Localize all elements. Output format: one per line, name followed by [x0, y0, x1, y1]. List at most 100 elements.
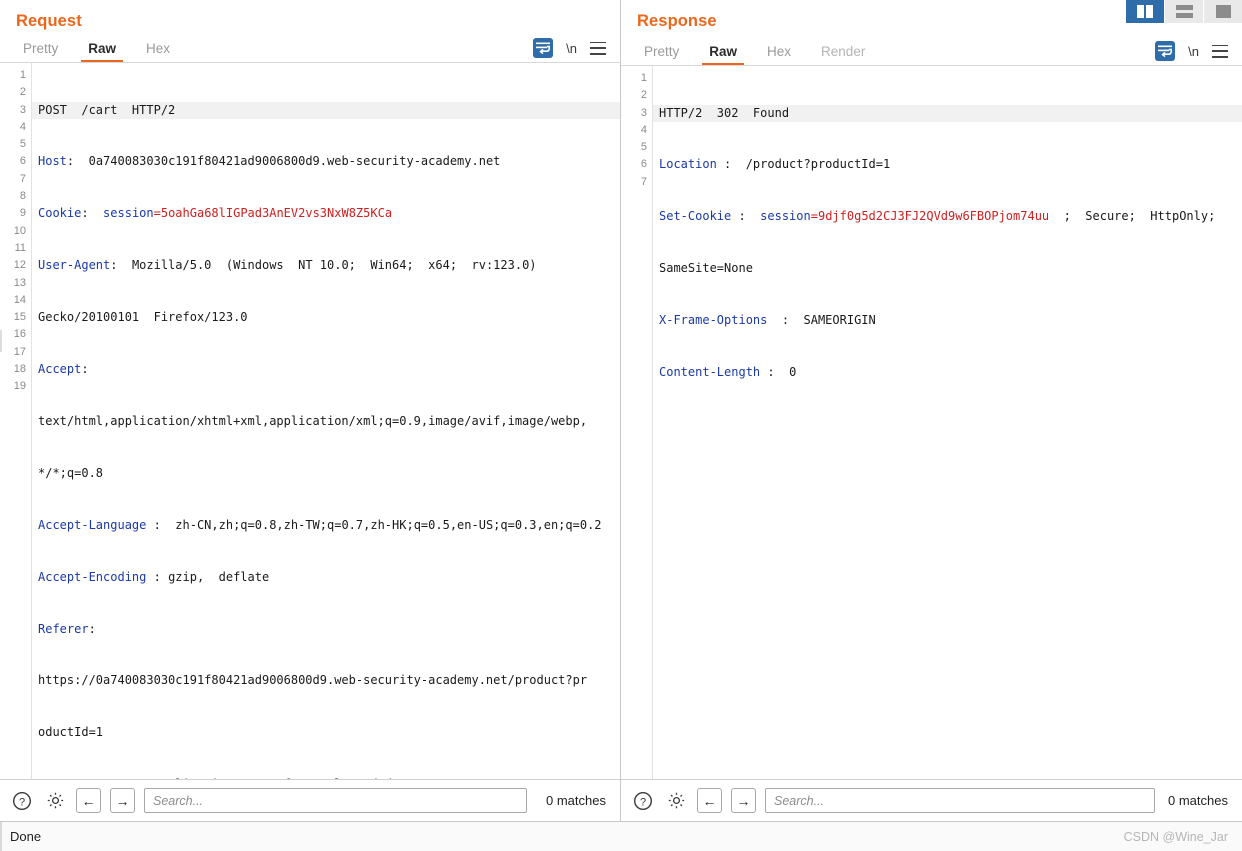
cookie-attributes-cont: SameSite=None [659, 261, 753, 276]
header-sep: : [66, 154, 89, 169]
header-value: 0 [789, 365, 797, 380]
header-key: Accept [38, 362, 82, 377]
layout-split-vertical-button[interactable] [1126, 0, 1164, 23]
request-start-line: POST /cart HTTP/2 [38, 102, 176, 117]
layout-split-horizontal-button[interactable] [1165, 0, 1203, 23]
header-sep: : [767, 313, 804, 328]
line-number: 11 [14, 241, 26, 254]
line-number: 16 [13, 328, 26, 341]
code-line-wrapped: oductId=1 [32, 724, 620, 741]
code-line: Content-Length : 0 [653, 364, 1242, 381]
header-value: Mozilla/5.0 (Windows NT 10.0; Win64; x64… [131, 258, 537, 273]
burp-message-editor: Request Pretty Raw Hex \n 1 2 3 4 5 6 7 … [0, 0, 1242, 851]
response-editor[interactable]: 1 2 3 4 5 6 7 HTTP/2 302 Found Location … [621, 66, 1242, 779]
cookie-name: session [103, 206, 154, 221]
newline-toggle[interactable]: \n [1188, 44, 1199, 59]
panes-container: Request Pretty Raw Hex \n 1 2 3 4 5 6 7 … [0, 0, 1242, 821]
tab-response-render[interactable]: Render [806, 40, 880, 65]
search-next-button[interactable]: → [110, 788, 135, 813]
header-value: application/x-www-form-urlencoded [154, 777, 392, 779]
search-prev-button[interactable]: ← [76, 788, 101, 813]
split-vertical-icon [1137, 5, 1153, 18]
header-key: Content-Type [38, 777, 125, 779]
search-next-button[interactable]: → [731, 788, 756, 813]
code-line: Location : /product?productId=1 [653, 156, 1242, 173]
tab-request-hex[interactable]: Hex [131, 37, 185, 62]
cookie-name: session [760, 209, 811, 224]
code-line: Accept-Language : zh-CN,zh;q=0.8,zh-TW;q… [32, 517, 620, 534]
line-number: 6 [19, 155, 26, 168]
header-value-cont: oductId=1 [38, 725, 104, 740]
tab-response-raw[interactable]: Raw [694, 40, 752, 65]
code-line: Accept: [32, 361, 620, 378]
code-line-wrapped: SameSite=None [653, 260, 1242, 277]
line-number: 1 [640, 72, 647, 84]
status-text: Done [10, 829, 42, 844]
search-input[interactable] [144, 788, 528, 813]
gear-icon[interactable] [664, 789, 688, 813]
header-key: Cookie [38, 206, 82, 221]
line-number: 5 [19, 138, 26, 151]
layout-single-pane-button[interactable] [1204, 0, 1242, 23]
layout-toggle-group [1125, 0, 1242, 23]
header-value-cont: https://0a740083030c191f80421ad9006800d9… [38, 673, 588, 688]
request-pane: Request Pretty Raw Hex \n 1 2 3 4 5 6 7 … [0, 0, 621, 821]
request-line-numbers: 1 2 3 4 5 6 7 8 9 10 11 12 13 14 15 16 1… [0, 63, 32, 779]
line-number: 4 [640, 123, 647, 136]
tab-request-raw[interactable]: Raw [73, 37, 131, 62]
request-title: Request [16, 12, 82, 30]
line-number: 5 [640, 141, 647, 154]
word-wrap-icon[interactable] [533, 38, 554, 58]
line-number: 8 [19, 190, 26, 203]
header-sep: : [81, 362, 89, 377]
menu-icon[interactable] [590, 41, 606, 55]
line-number: 10 [13, 224, 26, 237]
status-bar-nub [0, 822, 2, 851]
request-search-bar: ? ← → 0 matches [0, 779, 620, 821]
search-input[interactable] [765, 788, 1156, 813]
header-sep: : [146, 569, 169, 584]
request-editor[interactable]: 1 2 3 4 5 6 7 8 9 10 11 12 13 14 15 16 1… [0, 63, 620, 779]
line-number: 13 [13, 276, 26, 289]
line-number: 2 [19, 86, 26, 99]
code-line: X-Frame-Options : SAMEORIGIN [653, 312, 1242, 329]
request-body-text[interactable]: POST /cart HTTP/2 Host: 0a740083030c191f… [32, 63, 620, 779]
search-prev-button[interactable]: ← [697, 788, 722, 813]
word-wrap-icon[interactable] [1155, 41, 1176, 61]
cookie-attributes: ; Secure; HttpOnly; [1049, 209, 1216, 224]
newline-toggle[interactable]: \n [566, 41, 577, 56]
tab-response-hex[interactable]: Hex [752, 40, 806, 65]
response-tabstrip: Pretty Raw Hex Render \n [621, 37, 1242, 66]
help-icon[interactable]: ? [631, 789, 655, 813]
line-number: 7 [640, 175, 647, 188]
header-value-cont: text/html,application/xhtml+xml,applicat… [38, 413, 588, 428]
header-value: 0a740083030c191f80421ad9006800d9.web-sec… [88, 154, 501, 169]
header-sep: : [81, 206, 104, 221]
cookie-value: 9djf0g5d2CJ3FJ2QVd9w6FBOPjom74uu [817, 209, 1050, 224]
menu-icon[interactable] [1212, 44, 1228, 58]
header-sep: : [88, 621, 96, 636]
tab-response-pretty[interactable]: Pretty [629, 40, 694, 65]
line-number: 3 [19, 103, 26, 116]
code-line: Cookie: session=5oahGa68lIGPad3AnEV2vs3N… [32, 205, 620, 222]
response-line-numbers: 1 2 3 4 5 6 7 [621, 66, 653, 779]
header-value: zh-CN,zh;q=0.8,zh-TW;q=0.7,zh-HK;q=0.5,e… [175, 517, 602, 532]
line-number: 7 [19, 172, 26, 185]
response-body-text[interactable]: HTTP/2 302 Found Location : /product?pro… [653, 66, 1242, 779]
code-line: POST /cart HTTP/2 [32, 101, 620, 119]
match-count: 0 matches [546, 793, 606, 808]
gear-icon[interactable] [43, 789, 67, 813]
line-number: 3 [640, 106, 647, 119]
help-icon[interactable]: ? [10, 789, 34, 813]
header-value: SAMEORIGIN [803, 313, 876, 328]
code-line: User-Agent: Mozilla/5.0 (Windows NT 10.0… [32, 257, 620, 274]
response-tab-tools: \n [1155, 41, 1242, 65]
split-horizontal-icon [1175, 5, 1193, 18]
code-line-wrapped: https://0a740083030c191f80421ad9006800d9… [32, 672, 620, 689]
code-line: Referer: [32, 621, 620, 638]
line-number: 4 [19, 120, 26, 133]
header-key: Content-Length [659, 365, 761, 380]
response-search-bar: ? ← → 0 matches [621, 779, 1242, 821]
tab-request-pretty[interactable]: Pretty [8, 37, 73, 62]
